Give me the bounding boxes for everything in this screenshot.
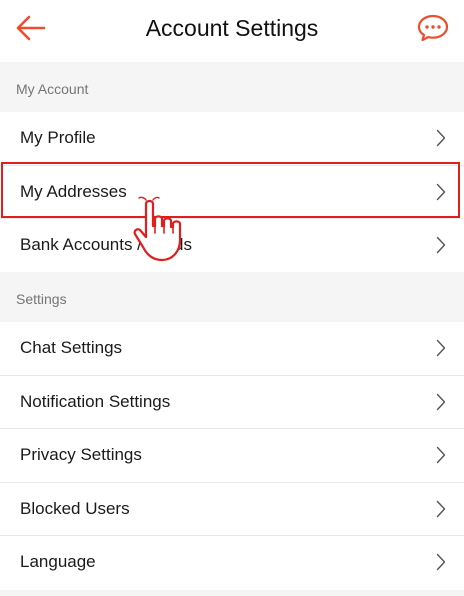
- menu-item-privacy-settings[interactable]: Privacy Settings: [0, 429, 464, 483]
- menu-item-label: Blocked Users: [20, 498, 130, 518]
- menu-item-chat-settings[interactable]: Chat Settings: [0, 322, 464, 376]
- chat-button[interactable]: [416, 12, 450, 44]
- back-button[interactable]: [14, 12, 48, 44]
- chevron-right-icon: [436, 393, 446, 410]
- app-header: Account Settings: [0, 0, 464, 62]
- arrow-left-icon: [16, 15, 46, 41]
- chevron-right-icon: [436, 446, 446, 464]
- menu-item-my-profile[interactable]: My Profile: [0, 112, 464, 166]
- menu-item-bank-accounts-cards[interactable]: Bank Accounts / Cards: [0, 219, 464, 273]
- menu-item-label: Language: [20, 552, 96, 571]
- chevron-right-icon: [436, 500, 446, 517]
- menu-item-my-addresses[interactable]: My Addresses: [0, 166, 464, 219]
- my-account-group: My Profile My Addresses Bank Accounts / …: [0, 112, 464, 273]
- section-title: Settings: [16, 291, 67, 307]
- menu-item-label: Notification Settings: [20, 391, 171, 411]
- menu-item-blocked-users[interactable]: Blocked Users: [0, 483, 464, 536]
- chat-bubbles-icon: [417, 14, 449, 42]
- chevron-right-icon: [436, 129, 446, 147]
- section-title: My Account: [16, 81, 89, 97]
- chevron-right-icon: [436, 183, 446, 200]
- menu-item-label: My Profile: [20, 128, 96, 147]
- page-title: Account Settings: [145, 15, 319, 41]
- menu-item-label: Chat Settings: [20, 338, 123, 357]
- menu-item-label: My Addresses: [20, 181, 127, 201]
- menu-item-label: Bank Accounts / Cards: [20, 235, 192, 254]
- chevron-right-icon: [436, 236, 446, 254]
- chevron-right-icon: [436, 553, 446, 571]
- menu-item-notification-settings[interactable]: Notification Settings: [0, 376, 464, 429]
- section-header-settings: Settings: [0, 272, 464, 322]
- settings-group: Chat Settings Notification Settings Priv…: [0, 322, 464, 590]
- section-header-my-account: My Account: [0, 62, 464, 112]
- menu-item-label: Privacy Settings: [20, 445, 142, 464]
- menu-item-language[interactable]: Language: [0, 536, 464, 590]
- chevron-right-icon: [436, 339, 446, 357]
